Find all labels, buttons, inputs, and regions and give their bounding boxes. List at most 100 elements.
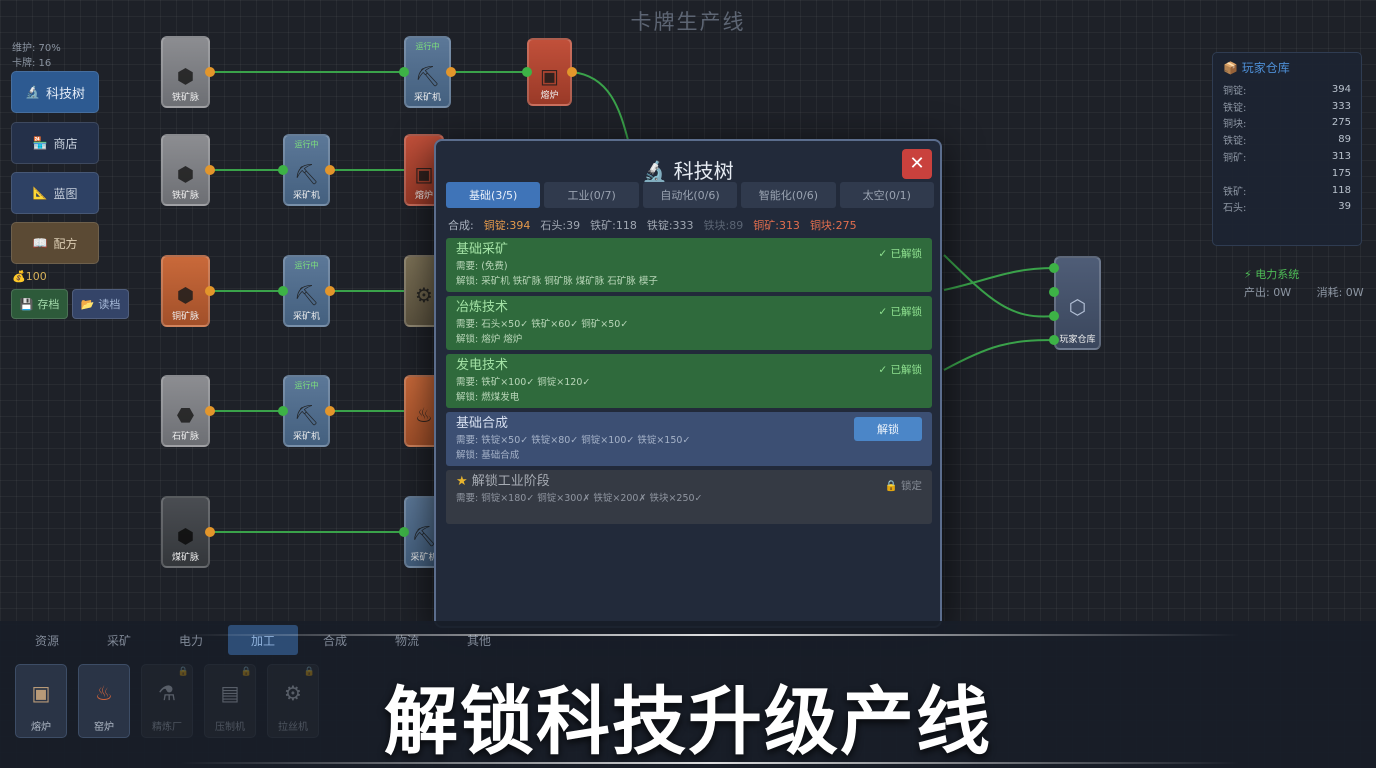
output-port[interactable] [446,67,456,77]
book-icon: 📖 [32,236,48,250]
item-name: 铜锭: [1223,85,1247,97]
close-button[interactable]: ✕ [902,149,932,179]
tech-name: 冶炼技术 [456,300,509,315]
warehouse-row: 铁锭: 333 [1223,98,1351,115]
item-value: 394 [1331,83,1351,95]
unlock-button[interactable]: 解锁 [854,417,922,441]
input-port[interactable] [278,406,288,416]
coin-value: 100 [25,270,47,283]
tech-requirements: 需要: 石头×50✓ 铁矿×60✓ 铜矿×50✓ [456,319,629,330]
coal-icon: ⬢ [176,524,195,548]
tab-space[interactable]: 太空(0/1) [839,182,935,208]
input-port[interactable] [278,165,288,175]
recipe-button[interactable]: 📖 配方 [11,222,99,264]
output-port[interactable] [325,406,335,416]
resource-summary: 合成: 铜锭:394 石头:39 铁矿:118 铁锭:333 铁块:89 铜矿:… [448,217,940,233]
item-name: 铁锭: [1223,136,1247,148]
input-port[interactable] [1049,263,1059,273]
tech-requirements: 需要: 铜锭×180✓ 铜锭×300✗ 铁锭×200✗ 铁块×250✓ [456,493,703,504]
warehouse-title: 📦 玩家仓库 [1223,59,1351,76]
miner-card[interactable]: 运行中 ⛏ 采矿机 [283,134,330,206]
input-port[interactable] [278,286,288,296]
warehouse-machine-card[interactable]: ⬡ 玩家仓库 [1054,256,1101,350]
item-name: 铜矿: [1223,153,1247,165]
ruler-icon: 📐 [32,186,48,200]
output-port[interactable] [205,165,215,175]
load-button[interactable]: 📂 读档 [72,289,129,319]
output-port[interactable] [205,286,215,296]
miner-card[interactable]: 运行中 ⛏ 采矿机 [283,375,330,447]
tech-name: 发电技术 [456,358,509,373]
ore-icon: ⬢ [176,64,195,88]
tech-item-basic-mining[interactable]: 基础采矿 需要: (免费) 解锁: 采矿机 铁矿脉 铜矿脉 煤矿脉 石矿脉 模子… [446,238,932,292]
output-port[interactable] [325,165,335,175]
resource-item: 铜矿:313 [753,219,800,232]
power-consumption: 消耗: 0W [1316,286,1364,299]
tech-unlocks: 解锁: 基础合成 [456,450,520,461]
output-port[interactable] [205,67,215,77]
tech-name: ★ 解锁工业阶段 [456,473,922,491]
machine-status: 运行中 [415,42,440,51]
tech-item-basic-synthesis[interactable]: 基础合成 需要: 铁锭×50✓ 铁锭×80✓ 铜锭×100✓ 铁锭×150✓ 解… [446,412,932,466]
shop-label: 商店 [53,136,78,151]
item-name: 铁矿: [1223,186,1247,198]
input-port[interactable] [1049,287,1059,297]
output-port[interactable] [205,406,215,416]
rock-icon: ⬣ [176,403,195,427]
save-button[interactable]: 💾 存档 [11,289,68,319]
warehouse-row: 铜块: 275 [1223,115,1351,132]
recipe-label: 配方 [53,236,78,251]
tech-tree-button[interactable]: 🔬 科技树 [11,71,99,113]
tech-item-smelting[interactable]: 冶炼技术 需要: 石头×50✓ 铁矿×60✓ 铜矿×50✓ 解锁: 熔炉 熔炉 … [446,296,932,350]
shop-button[interactable]: 🏪 商店 [11,122,99,164]
resource-item: 铁块:89 [703,219,744,232]
miner-card[interactable]: 运行中 ⛏ 采矿机 [283,255,330,327]
power-production: 产出: 0W [1244,286,1292,299]
output-port[interactable] [567,67,577,77]
star-icon: ★ [456,474,472,489]
machine-label: 采矿机 [292,312,320,322]
tech-item-industrial-stage[interactable]: ★ 解锁工业阶段 需要: 铜锭×180✓ 铜锭×300✗ 铁锭×200✗ 铁块×… [446,470,932,524]
tech-tree-modal: 🔬 科技树 ✕ 基础(3/5) 工业(0/7) 自动化(0/6) 智能化(0/6… [434,139,942,628]
tech-category-tabs: 基础(3/5) 工业(0/7) 自动化(0/6) 智能化(0/6) 太空(0/1… [446,182,935,208]
input-port[interactable] [522,67,532,77]
item-value: 89 [1338,134,1351,146]
furnace-card[interactable]: ▣ 熔炉 [527,38,572,106]
tech-item-power[interactable]: 发电技术 需要: 铁矿×100✓ 铜锭×120✓ 解锁: 燃煤发电 ✓ 已解锁 [446,354,932,408]
lock-icon: 🔒 [884,480,901,492]
tech-requirements: 需要: 铁锭×50✓ 铁锭×80✓ 铜锭×100✓ 铁锭×150✓ [456,435,691,446]
input-port[interactable] [399,67,409,77]
power-title-text: 电力系统 [1255,268,1300,281]
item-name: 铜块: [1223,119,1247,131]
input-port[interactable] [1049,335,1059,345]
blueprint-button[interactable]: 📐 蓝图 [11,172,99,214]
package-icon: 📦 [1223,61,1242,75]
miner-card[interactable]: 运行中 ⛏ 采矿机 [404,36,451,108]
output-port[interactable] [205,527,215,537]
warehouse-row: 175 [1223,165,1351,182]
furnace-icon: ▣ [540,64,559,88]
promo-caption-area: 解锁科技升级产线 [0,632,1376,768]
stone-vein-card[interactable]: ⬣ 石矿脉 [161,375,210,447]
copper-ore-vein-card[interactable]: ⬢ 铜矿脉 [161,255,210,327]
modal-title: 🔬 科技树 [436,155,940,184]
item-value: 118 [1331,184,1351,196]
tab-basic[interactable]: 基础(3/5) [446,182,541,208]
coal-vein-card[interactable]: ⬢ 煤矿脉 [161,496,210,568]
input-port[interactable] [1049,311,1059,321]
input-port[interactable] [399,527,409,537]
item-value: 39 [1338,201,1351,213]
machine-status: 运行中 [294,140,319,149]
machine-label: 煤矿脉 [171,553,199,563]
item-value: 313 [1331,151,1351,163]
item-value: 333 [1331,100,1351,112]
promo-caption: 解锁科技升级产线 [384,679,992,765]
iron-ore-vein-card[interactable]: ⬢ 铁矿脉 [161,134,210,206]
tab-automation[interactable]: 自动化(0/6) [642,182,738,208]
output-port[interactable] [325,286,335,296]
machine-label: 采矿机 [413,93,441,103]
tab-industrial[interactable]: 工业(0/7) [544,182,639,208]
tab-intelligence[interactable]: 智能化(0/6) [741,182,836,208]
warehouse-row: 铜锭: 394 [1223,81,1351,98]
iron-ore-vein-card[interactable]: ⬢ 铁矿脉 [161,36,210,108]
